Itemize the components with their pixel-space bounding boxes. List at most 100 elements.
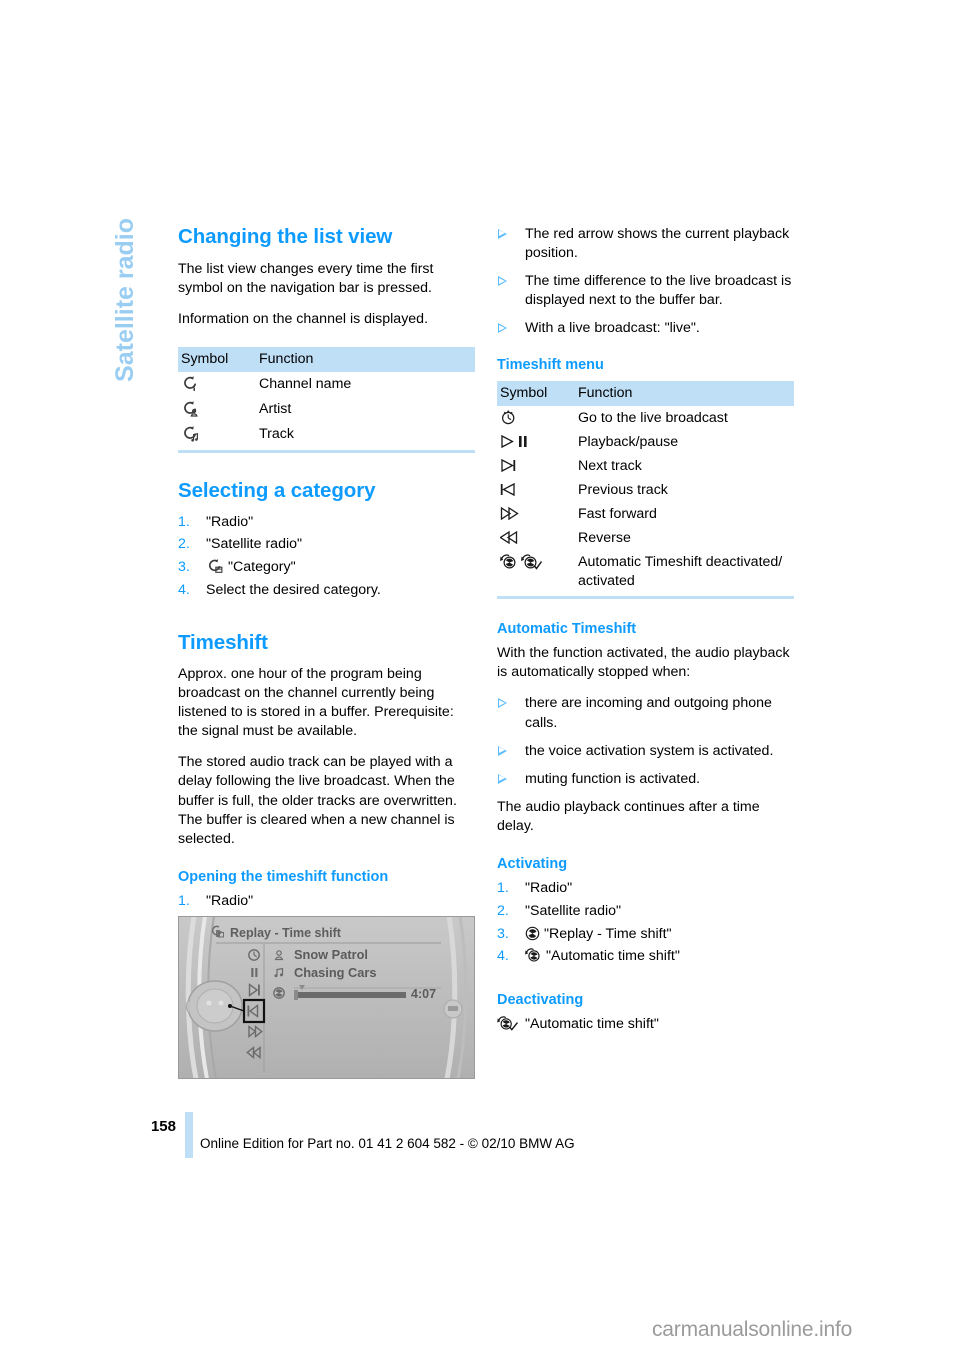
table-row: Go to the live broadcast xyxy=(497,406,794,430)
symbol-cell xyxy=(497,406,575,430)
list-item: the voice activation system is activated… xyxy=(497,742,794,761)
function-cell: Automatic Timeshift deactivated/ activat… xyxy=(578,553,783,589)
table-row: Playback/pause xyxy=(497,430,794,454)
timeshift-menu-table: Symbol Function Go to the live broadcast… xyxy=(497,380,794,593)
step-text: "Category" xyxy=(228,559,296,575)
deactivating-item: "Automatic time shift" xyxy=(497,1015,794,1034)
table-row: Artist xyxy=(178,397,475,422)
list-item: 3. "Category" xyxy=(178,558,475,577)
auto-timeshift-off-icon xyxy=(525,947,542,963)
timeshift-menu-heading: Timeshift menu xyxy=(497,357,604,374)
step-text: "Radio" xyxy=(525,880,573,897)
function-cell: Previous track xyxy=(578,481,668,498)
intro-paragraph-2: Information on the channel is displayed. xyxy=(178,310,429,327)
list-item: 4. "Automatic time shift" xyxy=(497,947,794,966)
automatic-timeshift-outro: The audio playback continues after a tim… xyxy=(497,798,760,834)
symbol-cell xyxy=(497,430,575,454)
timeshift-heading: Timeshift xyxy=(178,631,268,655)
triangle-bullet-icon xyxy=(498,276,507,287)
table-header-row: Symbol Function xyxy=(497,380,794,406)
function-cell: Channel name xyxy=(259,376,352,393)
step-number: 4. xyxy=(497,948,509,965)
triangle-bullet-icon xyxy=(498,745,507,756)
function-cell: Next track xyxy=(578,457,642,474)
triangle-bullet-icon xyxy=(498,229,507,239)
column-header-function: Function xyxy=(256,347,475,373)
column-header-symbol: Symbol xyxy=(497,380,575,406)
step-text: "Radio" xyxy=(206,513,254,530)
footer-imprint: Online Edition for Part no. 01 41 2 604 … xyxy=(200,1136,575,1151)
timeshift-screen-figure: Replay - Time shift Snow Patrol Chasing … xyxy=(178,916,475,1079)
chapter-side-tab: Satellite radio xyxy=(111,218,139,382)
list-item: 4. Select the desired category. xyxy=(178,581,475,600)
list-item: muting function is activated. xyxy=(497,770,794,789)
timeshift-paragraph-1: Approx. one hour of the program being br… xyxy=(178,665,454,740)
svg-text:Snow Patrol: Snow Patrol xyxy=(294,947,368,962)
step-text: "Replay - Time shift" xyxy=(544,925,672,942)
opening-timeshift-heading: Opening the timeshift function xyxy=(178,868,389,885)
table-row: Next track xyxy=(497,454,794,478)
step-text: "Radio" xyxy=(206,893,254,910)
manual-page: Satellite radio Changing the list view T… xyxy=(0,0,960,1358)
symbol-cell xyxy=(178,397,256,422)
step-text: "Satellite radio" xyxy=(206,536,303,553)
table-row: Previous track xyxy=(497,478,794,502)
previous-track-icon xyxy=(500,482,520,497)
step-text: "Automatic time shift" xyxy=(546,948,680,965)
activating-heading: Activating xyxy=(497,856,568,872)
function-cell: Go to the live broadcast xyxy=(578,409,728,426)
playback-info-bullets: The red arrow shows the current playback… xyxy=(497,225,794,338)
automatic-timeshift-heading: Automatic Timeshift xyxy=(497,620,637,637)
symbol-cell xyxy=(497,502,575,526)
list-item: 2. "Satellite radio" xyxy=(497,902,794,921)
list-item: 3. "Replay - Time shift" xyxy=(497,925,794,944)
fast-forward-icon xyxy=(500,506,522,521)
svg-text:Replay - Time shift: Replay - Time shift xyxy=(230,926,342,940)
symbol-cell xyxy=(497,454,575,478)
automatic-timeshift-bullets: there are incoming and outgoing phone ca… xyxy=(497,694,794,788)
site-watermark: carmanualsonline.info xyxy=(652,1318,853,1341)
bullet-text: the voice activation system is activated… xyxy=(525,742,774,759)
auto-timeshift-on-icon xyxy=(497,1015,521,1031)
footer-accent-bar xyxy=(185,1112,193,1158)
list-item: With a live broadcast: "live". xyxy=(497,319,794,338)
table-header-row: Symbol Function xyxy=(178,347,475,373)
function-cell: Reverse xyxy=(578,529,631,546)
list-item: there are incoming and outgoing phone ca… xyxy=(497,694,794,732)
symbol-cell xyxy=(497,550,575,593)
left-column: Changing the list view The list view cha… xyxy=(178,225,475,960)
triangle-bullet-icon xyxy=(498,698,507,709)
triangle-bullet-icon xyxy=(498,323,507,334)
bullet-text: there are incoming and outgoing phone ca… xyxy=(525,695,772,731)
live-clock-icon xyxy=(500,409,517,425)
svg-text:Chasing Cars: Chasing Cars xyxy=(294,965,377,980)
reverse-icon xyxy=(499,530,522,545)
selecting-category-steps: 1. "Radio" 2. "Satellite radio" 3. "Cate… xyxy=(178,513,475,600)
symbol-cell xyxy=(178,372,256,397)
column-header-function: Function xyxy=(575,380,794,406)
timeshift-paragraph-2: The stored audio track can be played wit… xyxy=(178,754,457,847)
function-cell: Fast forward xyxy=(578,505,657,522)
deactivating-text: "Automatic time shift" xyxy=(525,1016,659,1033)
bullet-text: The time difference to the live broadcas… xyxy=(525,273,792,309)
automatic-timeshift-intro: With the function activated, the audio p… xyxy=(497,645,790,681)
list-view-symbol-table: Symbol Function Channel name Artist Trac… xyxy=(178,347,475,447)
intro-paragraph-1: The list view changes every time the fir… xyxy=(178,260,434,296)
table-row: Channel name xyxy=(178,372,475,397)
activating-steps: 1. "Radio" 2. "Satellite radio" 3. "Repl… xyxy=(497,879,794,966)
bullet-text: With a live broadcast: "live". xyxy=(525,320,700,337)
list-item: 1. "Radio" xyxy=(178,892,475,911)
step-number: 2. xyxy=(497,902,509,919)
step-number: 1. xyxy=(178,893,190,910)
function-cell: Playback/pause xyxy=(578,433,679,450)
table-row: Automatic Timeshift deactivated/ activat… xyxy=(497,550,794,593)
step-number: 3. xyxy=(497,925,509,942)
step-number: 2. xyxy=(178,536,190,553)
page-title: Changing the list view xyxy=(178,225,393,248)
loop-track-icon xyxy=(181,425,200,442)
function-cell: Artist xyxy=(259,401,292,418)
step-number: 4. xyxy=(178,581,190,598)
svg-text:4:07: 4:07 xyxy=(411,987,436,1001)
list-item: The red arrow shows the current playback… xyxy=(497,225,794,263)
list-item: The time difference to the live broadcas… xyxy=(497,272,794,310)
